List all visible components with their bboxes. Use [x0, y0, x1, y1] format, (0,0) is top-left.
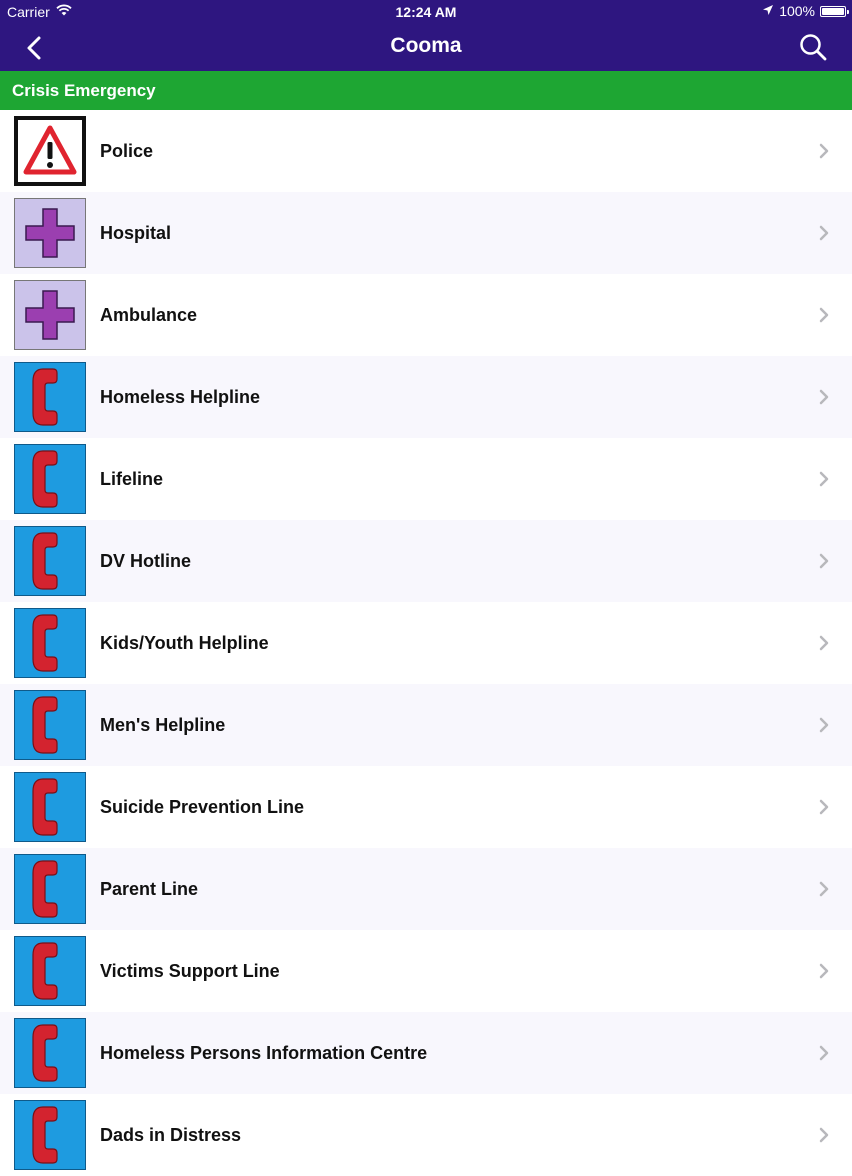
search-button[interactable] [798, 32, 828, 62]
phone-icon [14, 936, 86, 1006]
list-item-label: Lifeline [100, 469, 164, 489]
chevron-right-icon [818, 307, 830, 323]
service-list: Police Hospital Ambulance Homeless Helpline… [0, 110, 852, 1176]
phone-icon [14, 444, 86, 514]
page-title: Cooma [390, 34, 462, 57]
medical-cross-icon [14, 198, 86, 268]
top-bar: Carrier 12:24 AM 100% Cooma [0, 0, 852, 71]
list-item[interactable]: Parent Line [0, 848, 852, 930]
list-item-label: Victims Support Line [100, 961, 280, 981]
list-item[interactable]: Men's Helpline [0, 684, 852, 766]
phone-icon [14, 526, 86, 596]
clock: 12:24 AM [395, 4, 457, 20]
list-item[interactable]: Dads in Distress [0, 1094, 852, 1176]
list-item[interactable]: Suicide Prevention Line [0, 766, 852, 848]
status-bar: Carrier 12:24 AM 100% [0, 0, 852, 24]
chevron-right-icon [818, 471, 830, 487]
chevron-right-icon [818, 881, 830, 897]
section-header: Crisis Emergency [0, 71, 852, 110]
chevron-right-icon [818, 963, 830, 979]
chevron-right-icon [818, 799, 830, 815]
list-item-label: Police [100, 141, 154, 161]
list-item[interactable]: Homeless Persons Information Centre [0, 1012, 852, 1094]
list-item-label: Ambulance [100, 305, 198, 325]
phone-icon [14, 690, 86, 760]
medical-cross-icon [14, 280, 86, 350]
phone-icon [14, 1100, 86, 1170]
list-item-label: Homeless Persons Information Centre [100, 1043, 428, 1063]
list-item-label: Parent Line [100, 879, 199, 899]
list-item-label: Suicide Prevention Line [100, 797, 305, 817]
chevron-right-icon [818, 635, 830, 651]
navigation-bar: Cooma [0, 24, 852, 71]
chevron-right-icon [818, 1045, 830, 1061]
chevron-right-icon [818, 553, 830, 569]
list-item[interactable]: Police [0, 110, 852, 192]
list-item-label: DV Hotline [100, 551, 192, 571]
list-item[interactable]: Kids/Youth Helpline [0, 602, 852, 684]
list-item[interactable]: Ambulance [0, 274, 852, 356]
phone-icon [14, 772, 86, 842]
battery-percent: 100% [779, 3, 815, 19]
list-item-label: Homeless Helpline [100, 387, 261, 407]
chevron-right-icon [818, 389, 830, 405]
status-right: 100% [762, 3, 849, 19]
search-icon [800, 34, 827, 61]
phone-icon [14, 362, 86, 432]
phone-icon [14, 854, 86, 924]
chevron-right-icon [818, 717, 830, 733]
list-item-label: Hospital [100, 223, 172, 243]
list-item[interactable]: DV Hotline [0, 520, 852, 602]
list-item[interactable]: Victims Support Line [0, 930, 852, 1012]
list-item-label: Kids/Youth Helpline [100, 633, 269, 653]
battery-icon [820, 5, 849, 17]
phone-icon [14, 1018, 86, 1088]
list-item[interactable]: Lifeline [0, 438, 852, 520]
phone-icon [14, 608, 86, 678]
list-item-label: Men's Helpline [100, 715, 226, 735]
chevron-right-icon [818, 143, 830, 159]
list-item[interactable]: Homeless Helpline [0, 356, 852, 438]
list-item[interactable]: Hospital [0, 192, 852, 274]
location-arrow-icon [762, 3, 774, 19]
warning-icon [14, 116, 86, 186]
section-title: Crisis Emergency [12, 81, 156, 100]
chevron-right-icon [818, 1127, 830, 1143]
chevron-right-icon [818, 225, 830, 241]
